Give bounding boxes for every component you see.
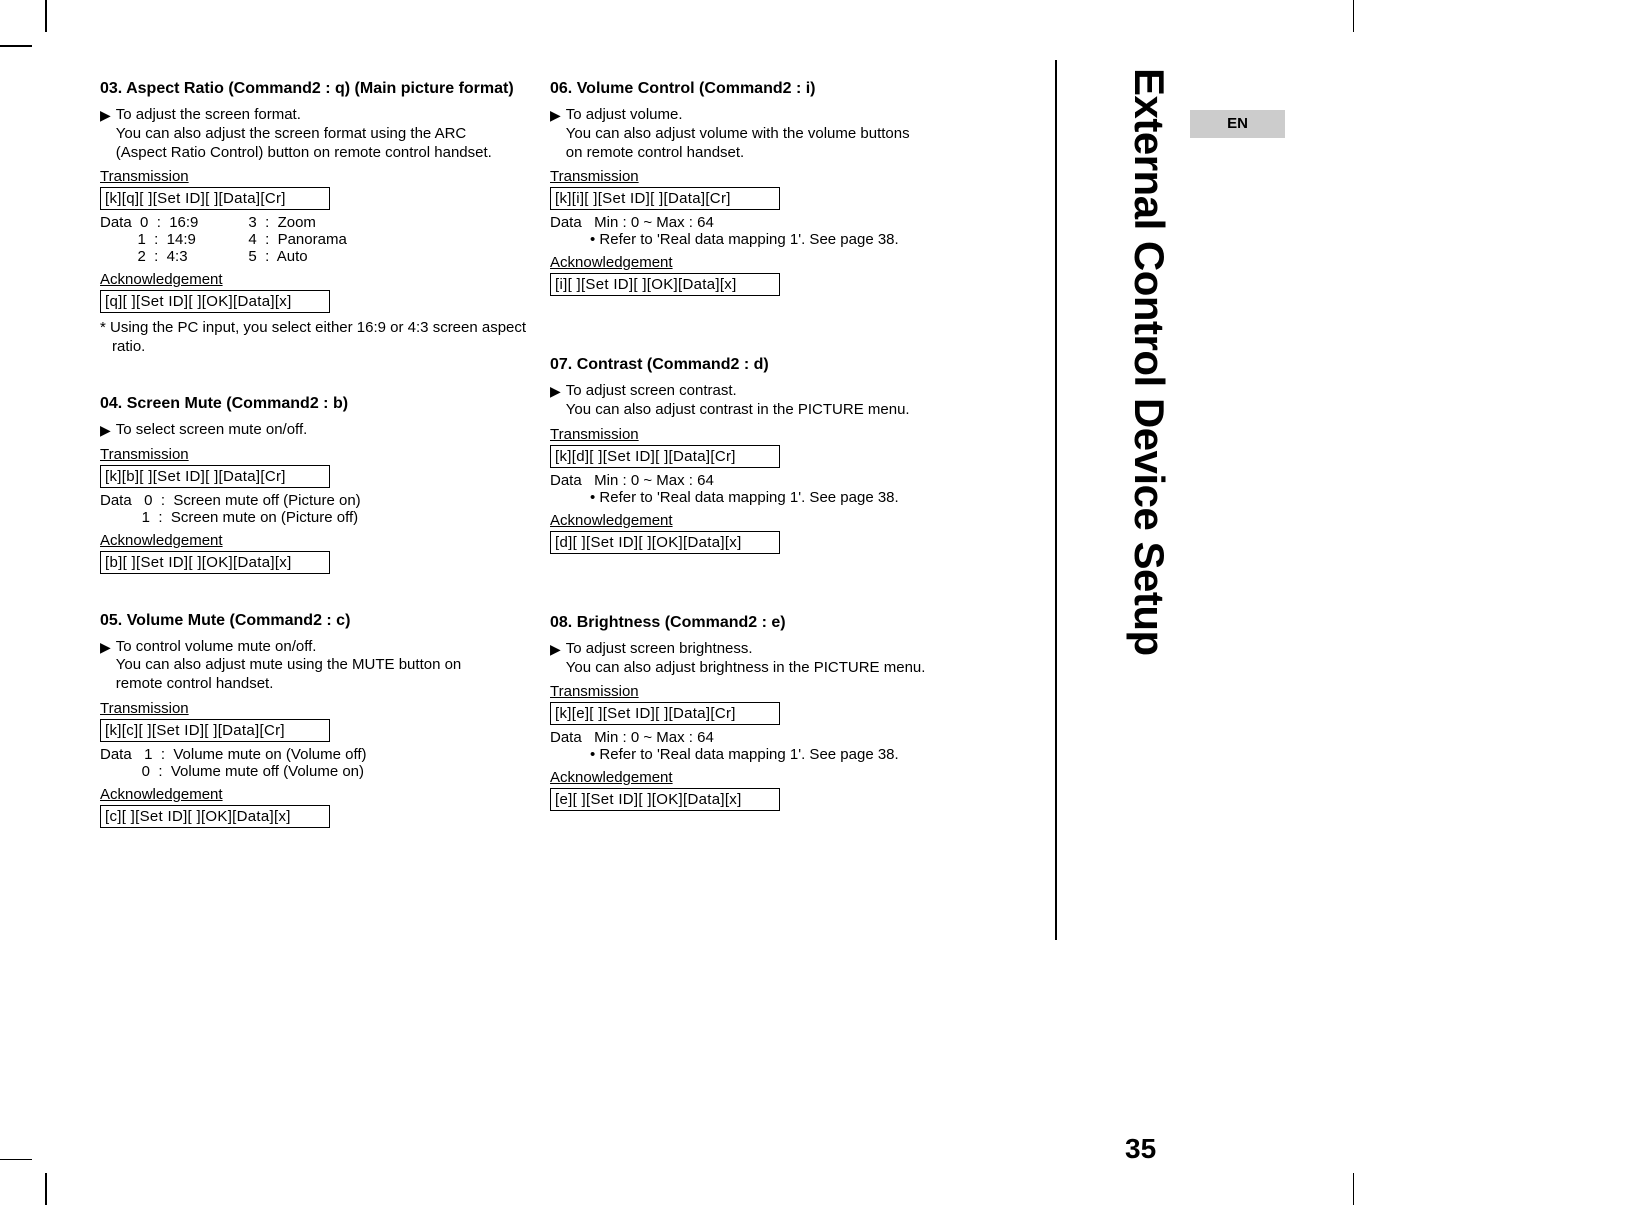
desc-line: To adjust the screen format. <box>116 106 301 123</box>
section-title: 03. Aspect Ratio (Command2 : q) (Main pi… <box>100 80 530 98</box>
data-row: Data 0 : Screen mute off (Picture on) <box>100 492 530 509</box>
data-row: 4 : Panorama <box>248 231 346 248</box>
section-desc: ▶ To adjust volume. You can also adjust … <box>550 106 980 162</box>
ack-code: [e][ ][Set ID][ ][OK][Data][x] <box>550 788 780 811</box>
ack-code: [b][ ][Set ID][ ][OK][Data][x] <box>100 551 330 574</box>
section-06: 06. Volume Control (Command2 : i) ▶ To a… <box>550 80 980 296</box>
desc-line: To control volume mute on/off. <box>116 638 317 655</box>
desc-line: To adjust volume. <box>566 106 683 123</box>
section-desc: ▶ To adjust screen contrast. You can als… <box>550 382 980 420</box>
ack-label: Acknowledgement <box>550 254 980 271</box>
data-table: Data 0 : 16:9 1 : 14:9 2 : 4:3 3 : Zoom … <box>100 214 530 265</box>
ack-label: Acknowledgement <box>100 786 530 803</box>
transmission-code: [k][d][ ][Set ID][ ][Data][Cr] <box>550 445 780 468</box>
arrow-icon: ▶ <box>100 421 111 440</box>
data-note: Refer to 'Real data mapping 1'. See page… <box>590 489 980 506</box>
columns: 03. Aspect Ratio (Command2 : q) (Main pi… <box>100 80 980 866</box>
section-title: 08. Brightness (Command2 : e) <box>550 614 980 632</box>
transmission-code: [k][c][ ][Set ID][ ][Data][Cr] <box>100 719 330 742</box>
ack-label: Acknowledgement <box>100 271 530 288</box>
crop-mark <box>45 0 47 32</box>
section-title: 07. Contrast (Command2 : d) <box>550 356 980 374</box>
side-title: External Control Device Setup <box>1125 68 1173 656</box>
section-note: * Using the PC input, you select either … <box>100 319 530 357</box>
desc-line: You can also adjust mute using the MUTE … <box>116 656 462 673</box>
section-title: 05. Volume Mute (Command2 : c) <box>100 612 530 630</box>
language-tab: EN <box>1190 110 1285 138</box>
desc-line: on remote control handset. <box>566 144 744 161</box>
ack-code: [c][ ][Set ID][ ][OK][Data][x] <box>100 805 330 828</box>
ack-label: Acknowledgement <box>550 512 980 529</box>
section-title: 04. Screen Mute (Command2 : b) <box>100 395 530 413</box>
transmission-code: [k][q][ ][Set ID][ ][Data][Cr] <box>100 187 330 210</box>
arrow-icon: ▶ <box>550 106 561 162</box>
data-row: Data Min : 0 ~ Max : 64 <box>550 472 980 489</box>
ack-label: Acknowledgement <box>100 532 530 549</box>
section-title: 06. Volume Control (Command2 : i) <box>550 80 980 98</box>
section-desc: ▶ To select screen mute on/off. <box>100 421 530 440</box>
transmission-label: Transmission <box>100 168 530 185</box>
section-desc: ▶ To adjust screen brightness. You can a… <box>550 640 980 678</box>
desc-line: To adjust screen contrast. <box>566 382 737 399</box>
ack-label: Acknowledgement <box>550 769 980 786</box>
desc-line: (Aspect Ratio Control) button on remote … <box>116 144 492 161</box>
data-row: Data Min : 0 ~ Max : 64 <box>550 729 980 746</box>
crop-mark <box>0 1159 32 1161</box>
section-07: 07. Contrast (Command2 : d) ▶ To adjust … <box>550 356 980 554</box>
data-row: 3 : Zoom <box>248 214 346 231</box>
section-desc: ▶ To adjust the screen format. You can a… <box>100 106 530 162</box>
section-04: 04. Screen Mute (Command2 : b) ▶ To sele… <box>100 395 530 574</box>
section-05: 05. Volume Mute (Command2 : c) ▶ To cont… <box>100 612 530 828</box>
crop-mark <box>45 1173 47 1205</box>
data-row: 1 : 14:9 <box>100 231 198 248</box>
desc-line: You can also adjust volume with the volu… <box>566 125 910 142</box>
crop-mark <box>1353 1173 1355 1205</box>
arrow-icon: ▶ <box>550 382 561 420</box>
desc-line: To select screen mute on/off. <box>116 421 308 440</box>
desc-line: You can also adjust the screen format us… <box>116 125 467 142</box>
data-row: 5 : Auto <box>248 248 346 265</box>
transmission-label: Transmission <box>550 426 980 443</box>
desc-line: remote control handset. <box>116 675 274 692</box>
transmission-code: [k][e][ ][Set ID][ ][Data][Cr] <box>550 702 780 725</box>
ack-code: [q][ ][Set ID][ ][OK][Data][x] <box>100 290 330 313</box>
arrow-icon: ▶ <box>100 638 111 694</box>
data-row: 2 : 4:3 <box>100 248 198 265</box>
page-number: 35 <box>1125 1133 1156 1165</box>
note-line: ratio. <box>112 338 145 355</box>
right-column: 06. Volume Control (Command2 : i) ▶ To a… <box>550 80 980 866</box>
section-desc: ▶ To control volume mute on/off. You can… <box>100 638 530 694</box>
content-area: 03. Aspect Ratio (Command2 : q) (Main pi… <box>100 80 980 866</box>
page-body: 03. Aspect Ratio (Command2 : q) (Main pi… <box>90 60 1160 1120</box>
ack-code: [d][ ][Set ID][ ][OK][Data][x] <box>550 531 780 554</box>
data-row: Data 0 : 16:9 <box>100 214 198 231</box>
section-03: 03. Aspect Ratio (Command2 : q) (Main pi… <box>100 80 530 357</box>
section-08: 08. Brightness (Command2 : e) ▶ To adjus… <box>550 614 980 812</box>
desc-line: To adjust screen brightness. <box>566 640 753 657</box>
data-row: Data 1 : Volume mute on (Volume off) <box>100 746 530 763</box>
arrow-icon: ▶ <box>550 640 561 678</box>
data-row: 0 : Volume mute off (Volume on) <box>100 763 530 780</box>
transmission-label: Transmission <box>550 683 980 700</box>
transmission-label: Transmission <box>100 446 530 463</box>
data-note: Refer to 'Real data mapping 1'. See page… <box>590 746 980 763</box>
transmission-label: Transmission <box>550 168 980 185</box>
transmission-code: [k][b][ ][Set ID][ ][Data][Cr] <box>100 465 330 488</box>
column-divider <box>1055 60 1057 940</box>
data-row: Data Min : 0 ~ Max : 64 <box>550 214 980 231</box>
desc-line: You can also adjust brightness in the PI… <box>566 659 926 676</box>
data-row: 1 : Screen mute on (Picture off) <box>100 509 530 526</box>
desc-line: You can also adjust contrast in the PICT… <box>566 401 910 418</box>
left-column: 03. Aspect Ratio (Command2 : q) (Main pi… <box>100 80 530 866</box>
crop-mark <box>0 45 32 47</box>
crop-mark <box>1353 0 1355 32</box>
arrow-icon: ▶ <box>100 106 111 162</box>
transmission-code: [k][i][ ][Set ID][ ][Data][Cr] <box>550 187 780 210</box>
note-line: * Using the PC input, you select either … <box>100 319 526 336</box>
transmission-label: Transmission <box>100 700 530 717</box>
data-note: Refer to 'Real data mapping 1'. See page… <box>590 231 980 248</box>
ack-code: [i][ ][Set ID][ ][OK][Data][x] <box>550 273 780 296</box>
